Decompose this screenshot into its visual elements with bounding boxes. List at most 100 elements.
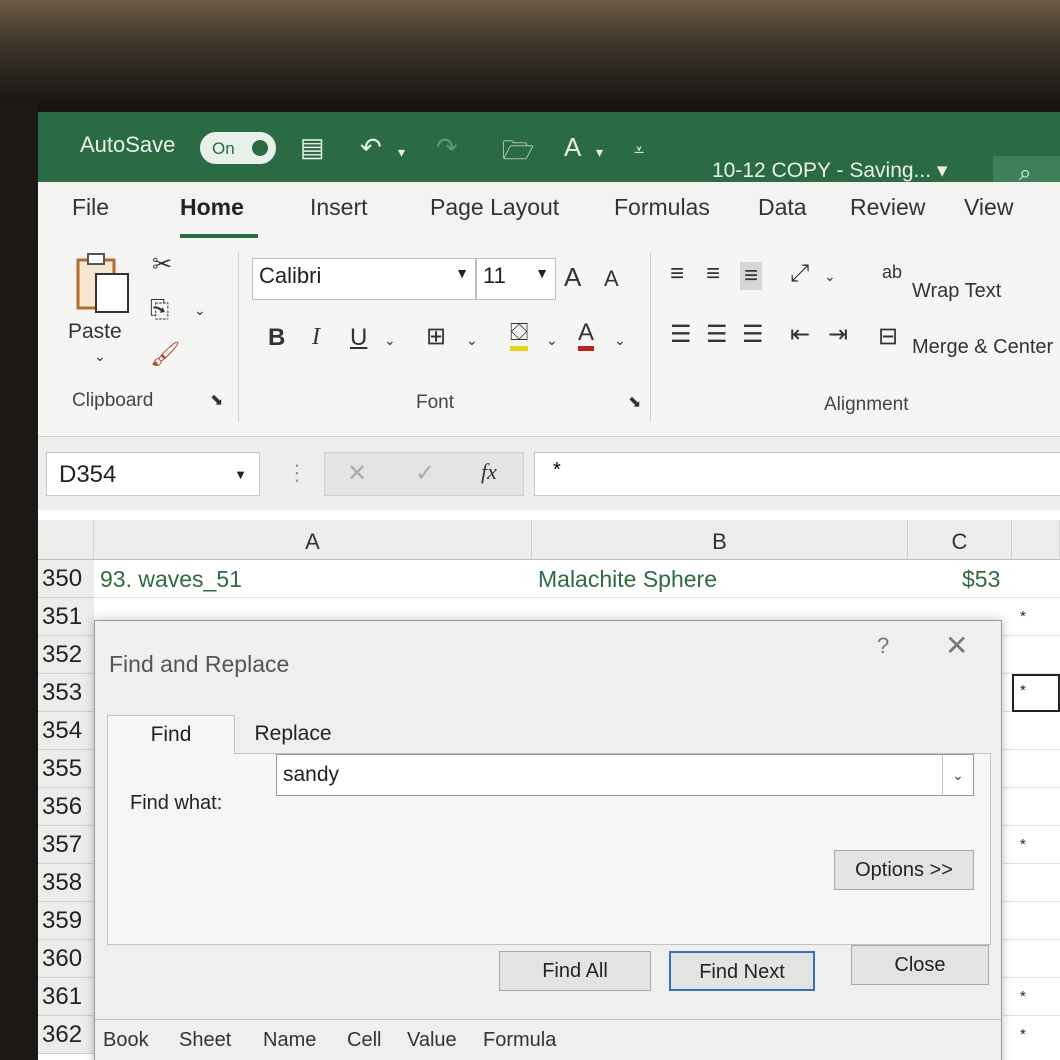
underline-button[interactable]: U [350, 324, 367, 352]
align-left-icon[interactable]: ☰ [670, 320, 692, 349]
document-title[interactable]: 10-12 COPY - Saving... ▾ [712, 158, 947, 183]
close-icon[interactable]: ✕ [945, 629, 968, 662]
find-all-button[interactable]: Find All [499, 951, 651, 991]
italic-button[interactable]: I [312, 324, 320, 351]
active-tab-indicator [180, 234, 258, 238]
row-header-359[interactable]: 359 [38, 902, 94, 940]
tab-page-layout[interactable]: Page Layout [430, 194, 559, 221]
wrap-text-button[interactable]: Wrap Text [912, 280, 1001, 303]
insert-function-icon[interactable]: fx [481, 459, 497, 485]
orientation-dropdown-icon[interactable]: ⌄ [824, 268, 836, 285]
customize-qat-icon[interactable]: ⩡ [634, 140, 644, 161]
results-col-formula[interactable]: Formula [483, 1029, 556, 1052]
name-box[interactable]: D354 ▼ [46, 452, 260, 496]
row-header-355[interactable]: 355 [38, 750, 94, 788]
borders-dropdown-icon[interactable]: ⌄ [466, 332, 478, 349]
tab-view[interactable]: View [964, 194, 1013, 221]
merge-center-button[interactable]: Merge & Center [912, 336, 1053, 359]
formula-input[interactable]: * [534, 452, 1060, 496]
tab-data[interactable]: Data [758, 194, 807, 221]
enter-icon[interactable]: ✓ [415, 459, 435, 488]
align-bottom-icon[interactable]: ≡ [740, 262, 763, 290]
row-header-351[interactable]: 351 [38, 598, 94, 636]
align-middle-icon[interactable]: ≡ [706, 260, 720, 288]
cell-a350[interactable]: 93. waves_51 [100, 566, 242, 593]
chevron-down-icon[interactable]: ⌄ [942, 755, 973, 795]
row-header-358[interactable]: 358 [38, 864, 94, 902]
cell-c350[interactable]: $53 [962, 566, 1000, 593]
column-header-d[interactable] [1012, 520, 1060, 560]
increase-font-size-icon[interactable]: A [564, 262, 581, 293]
redo-icon[interactable]: ↷ [436, 132, 458, 163]
copy-dropdown-icon[interactable]: ⌄ [194, 302, 206, 319]
copy-icon[interactable]: ⎘ [150, 296, 169, 324]
results-col-sheet[interactable]: Sheet [179, 1029, 231, 1052]
font-launcher-icon[interactable]: ⬊ [628, 392, 641, 412]
align-right-icon[interactable]: ☰ [742, 320, 764, 349]
tab-insert[interactable]: Insert [310, 194, 368, 221]
find-next-button[interactable]: Find Next [669, 951, 815, 991]
paste-button[interactable]: Paste ⌄ [68, 250, 138, 364]
cancel-icon[interactable]: ✕ [347, 459, 367, 488]
undo-icon[interactable]: ↶ [360, 132, 382, 163]
cell-b350[interactable]: Malachite Sphere [538, 566, 717, 593]
results-col-book[interactable]: Book [103, 1029, 149, 1052]
row-header-350[interactable]: 350 [38, 560, 94, 598]
fill-color-icon[interactable]: ⛋ [510, 320, 529, 351]
row-header-357[interactable]: 357 [38, 826, 94, 864]
chevron-down-icon: ▼ [455, 265, 469, 281]
tab-replace[interactable]: Replace [235, 715, 351, 755]
font-color-quick-dropdown-icon[interactable]: ▾ [596, 144, 603, 161]
help-button[interactable]: ? [877, 633, 889, 659]
save-icon[interactable]: ▤ [300, 132, 325, 163]
find-what-input[interactable]: sandy ⌄ [276, 754, 974, 796]
font-color-icon[interactable]: A [578, 320, 595, 351]
results-col-name[interactable]: Name [263, 1029, 316, 1052]
tab-home[interactable]: Home [180, 194, 244, 221]
open-folder-icon[interactable]: 🗁 [502, 132, 534, 176]
orientation-icon[interactable]: ⤢ [790, 260, 809, 288]
results-col-value[interactable]: Value [407, 1029, 457, 1052]
align-center-icon[interactable]: ☰ [706, 320, 728, 349]
options-button[interactable]: Options >> [834, 850, 974, 890]
tab-formulas[interactable]: Formulas [614, 194, 710, 221]
cut-icon[interactable]: ✂ [152, 250, 172, 279]
results-col-cell[interactable]: Cell [347, 1029, 381, 1052]
borders-icon[interactable]: ⊞ [426, 322, 446, 351]
column-header-c[interactable]: C [908, 520, 1012, 560]
font-color-quick-icon[interactable]: A [564, 132, 581, 163]
underline-dropdown-icon[interactable]: ⌄ [384, 332, 396, 349]
increase-indent-icon[interactable]: ⇥ [828, 320, 848, 349]
decrease-font-size-icon[interactable]: A [604, 266, 619, 292]
font-size-combo[interactable]: 11 ▼ [476, 258, 556, 300]
cell-d357[interactable]: * [1020, 836, 1026, 853]
row-header-361[interactable]: 361 [38, 978, 94, 1016]
row-header-360[interactable]: 360 [38, 940, 94, 978]
decrease-indent-icon[interactable]: ⇤ [790, 320, 810, 349]
format-painter-icon[interactable]: 🖌 [150, 340, 180, 369]
row-header-356[interactable]: 356 [38, 788, 94, 826]
active-cell-d354[interactable]: * [1012, 674, 1060, 712]
undo-dropdown-icon[interactable]: ▾ [398, 144, 405, 161]
cell-d361[interactable]: * [1020, 988, 1026, 1005]
tab-file[interactable]: File [72, 194, 109, 221]
close-button[interactable]: Close [851, 945, 989, 985]
tab-find[interactable]: Find [107, 715, 235, 755]
font-color-dropdown-icon[interactable]: ⌄ [614, 332, 626, 349]
column-header-b[interactable]: B [532, 520, 908, 560]
cell-d362[interactable]: * [1020, 1026, 1026, 1043]
row-header-354[interactable]: 354 [38, 712, 94, 750]
row-header-352[interactable]: 352 [38, 636, 94, 674]
bold-button[interactable]: B [268, 324, 285, 352]
align-top-icon[interactable]: ≡ [670, 260, 684, 288]
autosave-toggle[interactable]: On [200, 132, 276, 164]
clipboard-launcher-icon[interactable]: ⬊ [210, 390, 223, 410]
select-all-corner[interactable] [38, 520, 94, 560]
tab-review[interactable]: Review [850, 194, 925, 221]
row-header-362[interactable]: 362 [38, 1016, 94, 1054]
row-header-353[interactable]: 353 [38, 674, 94, 712]
cell-d351[interactable]: * [1020, 608, 1026, 625]
fill-color-dropdown-icon[interactable]: ⌄ [546, 332, 558, 349]
font-name-combo[interactable]: Calibri ▼ [252, 258, 476, 300]
column-header-a[interactable]: A [94, 520, 532, 560]
